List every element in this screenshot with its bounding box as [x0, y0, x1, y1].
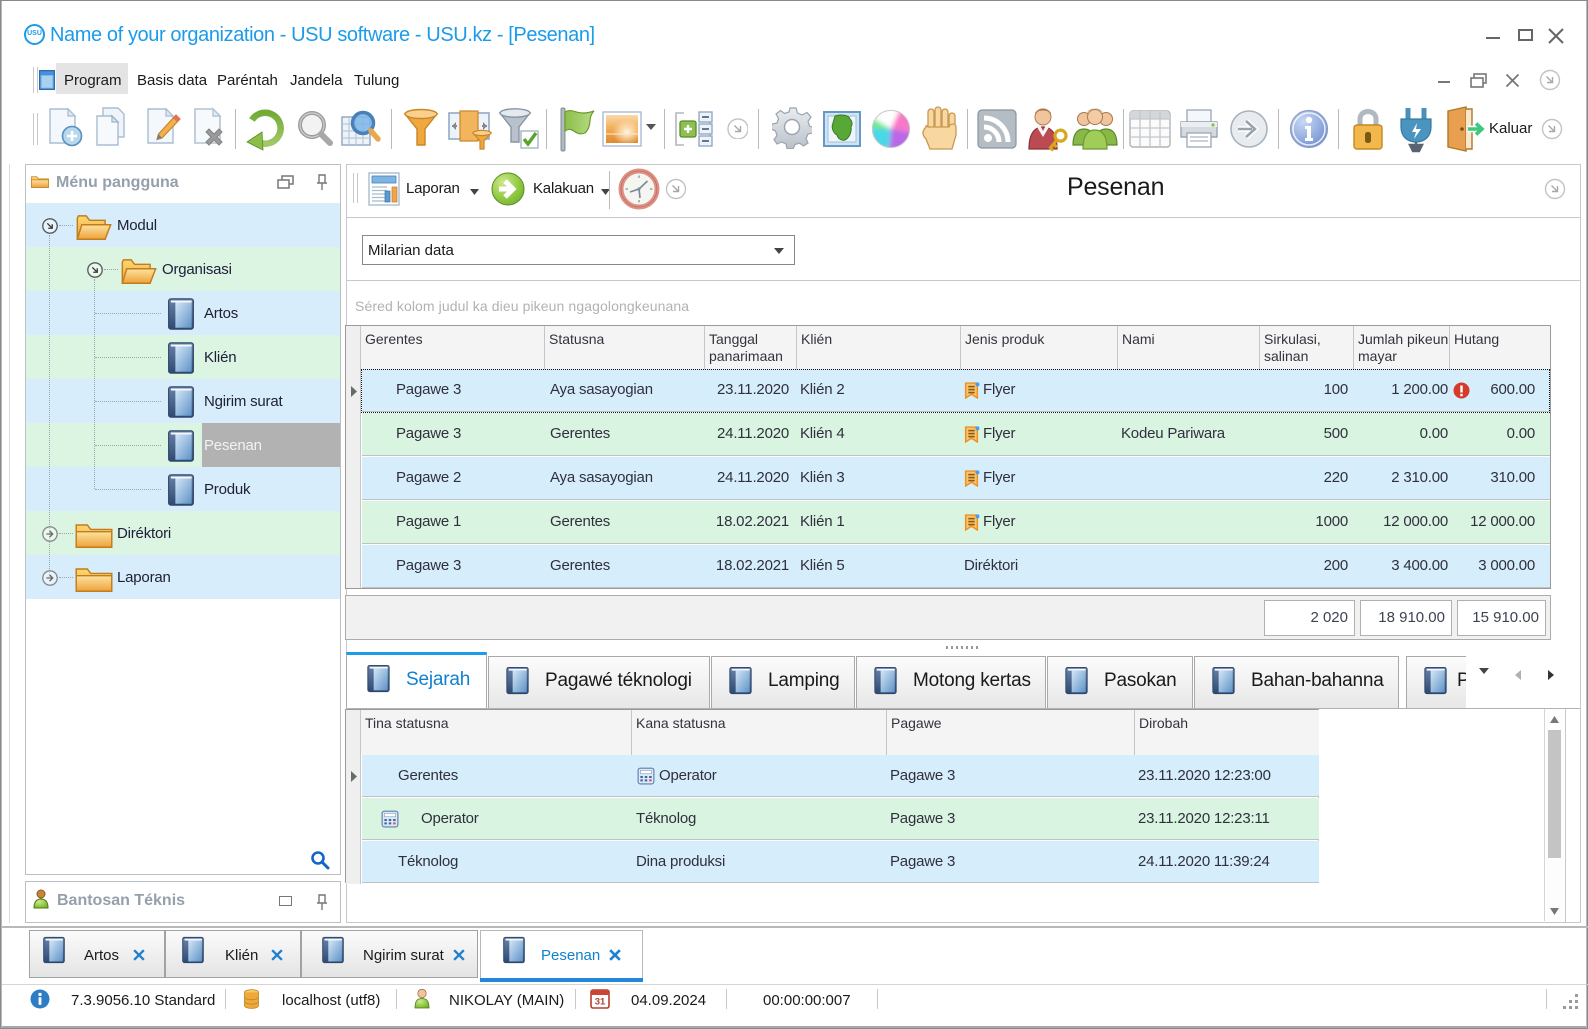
svg-text:31: 31 — [595, 997, 606, 1008]
